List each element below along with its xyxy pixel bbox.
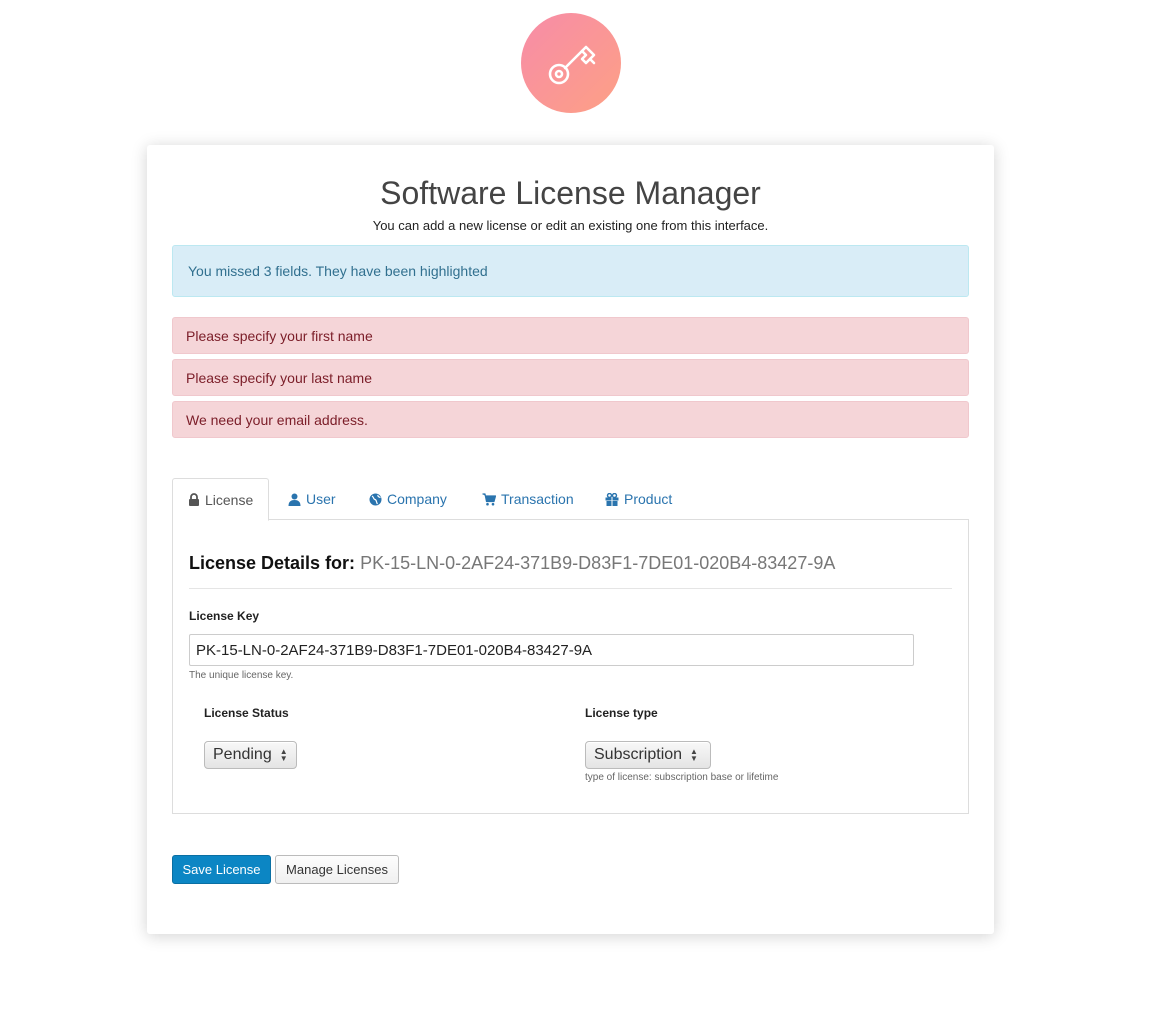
license-type-value: Subscription xyxy=(594,746,683,763)
tab-transaction-label: Transaction xyxy=(501,491,574,507)
page-subtitle: You can add a new license or edit an exi… xyxy=(372,218,769,233)
tab-product[interactable]: Product xyxy=(590,478,687,520)
tab-license-label: License xyxy=(205,491,254,508)
save-license-button[interactable]: Save License xyxy=(172,855,271,884)
license-details-heading: License Details for: PK-15-LN-0-2AF24-37… xyxy=(189,553,835,574)
select-arrows-icon: ▲ ▼ xyxy=(279,747,288,763)
license-status-value: Pending xyxy=(213,746,272,763)
error-alert-first-name: Please specify your first name xyxy=(172,317,969,354)
tab-transaction[interactable]: Transaction xyxy=(467,478,589,520)
user-icon xyxy=(288,493,301,506)
divider xyxy=(189,588,952,589)
error-alert-last-name: Please specify your last name xyxy=(172,359,969,396)
license-type-help: type of license: subscription base or li… xyxy=(585,772,779,783)
license-details-label: License Details for: xyxy=(189,553,356,573)
tab-license[interactable]: License xyxy=(172,478,270,521)
error-alert-email: We need your email address. xyxy=(172,401,969,438)
page-title: Software License Manager xyxy=(380,175,761,211)
key-icon xyxy=(548,45,596,85)
license-status-label: License Status xyxy=(204,706,289,720)
tab-user[interactable]: User xyxy=(273,478,351,520)
license-key-input[interactable] xyxy=(189,634,914,666)
select-arrows-icon: ▲ ▼ xyxy=(690,747,698,763)
gift-icon xyxy=(605,492,619,506)
tab-company-label: Company xyxy=(387,491,447,507)
tab-bar: License User Company Transaction Product xyxy=(172,478,969,521)
tab-user-label: User xyxy=(306,491,336,507)
info-alert: You missed 3 fields. They have been high… xyxy=(172,245,969,297)
license-type-label: License type xyxy=(585,706,658,720)
license-key-label: License Key xyxy=(189,609,260,623)
license-details-value: PK-15-LN-0-2AF24-371B9-D83F1-7DE01-020B4… xyxy=(360,553,836,573)
manage-licenses-button[interactable]: Manage Licenses xyxy=(275,855,399,884)
globe-icon xyxy=(369,493,382,505)
license-status-select[interactable]: Pending ▲ ▼ xyxy=(204,741,297,769)
lock-icon xyxy=(189,493,199,506)
license-type-select[interactable]: Subscription ▲ ▼ xyxy=(585,741,711,769)
logo xyxy=(521,13,621,113)
tab-company[interactable]: Company xyxy=(354,478,462,520)
tab-product-label: Product xyxy=(624,491,673,507)
license-tab-panel: License Details for: PK-15-LN-0-2AF24-37… xyxy=(172,519,969,814)
cart-icon xyxy=(482,492,496,505)
license-key-help: The unique license key. xyxy=(189,670,294,681)
license-manager-card: Software License Manager You can add a n… xyxy=(147,145,994,934)
